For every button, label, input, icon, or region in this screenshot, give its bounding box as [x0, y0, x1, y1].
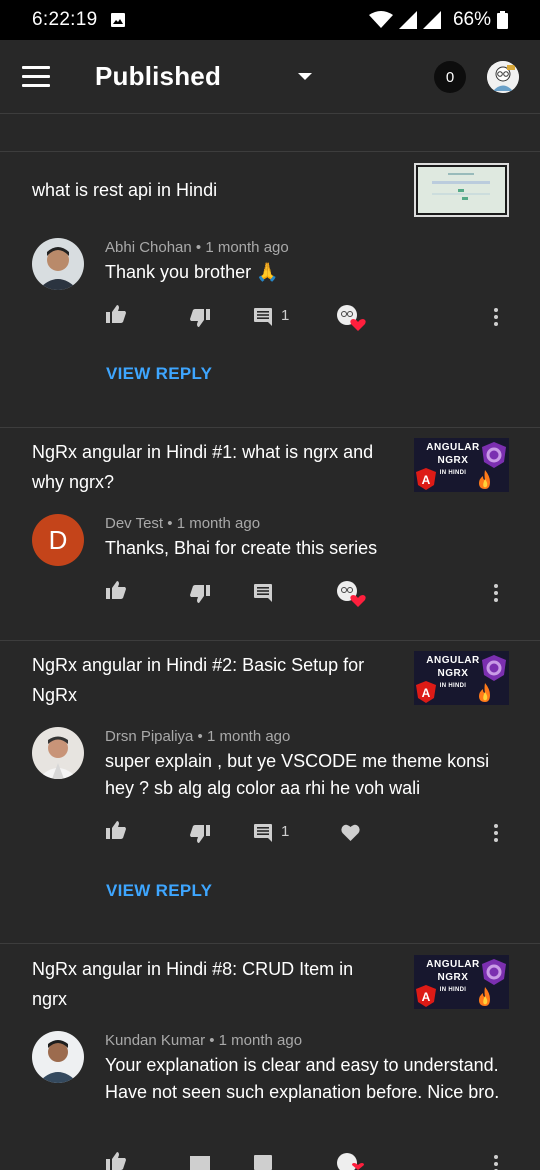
comment-text: Thanks, Bhai for create this series [105, 538, 378, 558]
reply-count: 1 [281, 307, 290, 324]
page-title[interactable]: Published [95, 61, 221, 92]
comment-meta: Abhi Chohan • 1 month ago [105, 239, 289, 256]
reply-count: 1 [281, 823, 290, 840]
filter-band [0, 114, 540, 152]
video-thumbnail[interactable]: ANGULAR NGRX IN HINDI A [414, 651, 509, 705]
creator-heart-icon[interactable] [336, 580, 366, 608]
reply-icon[interactable] [254, 584, 272, 602]
angular-logo-icon: A [416, 468, 436, 490]
comment-meta: Dev Test • 1 month ago [105, 515, 260, 532]
more-options-icon[interactable] [493, 1155, 499, 1170]
dislike-icon[interactable] [190, 825, 210, 843]
meta-separator: • [197, 728, 207, 745]
comment-text: Thank you brother 🙏 [105, 262, 279, 282]
comment-time: 1 month ago [176, 515, 261, 532]
ngrx-logo-icon [482, 655, 506, 681]
comment-text: Your explanation is clear and easy to un… [105, 1055, 500, 1102]
more-options-icon[interactable] [493, 584, 499, 602]
comment-meta: Drsn Pipaliya • 1 month ago [105, 728, 290, 745]
video-thumbnail[interactable]: ANGULAR NGRX IN HINDI A [414, 438, 509, 492]
meta-separator: • [167, 515, 177, 532]
comment-card: what is rest api in Hindi Abhi Chohan • … [0, 152, 540, 428]
view-reply-button[interactable]: VIEW REPLY [106, 364, 212, 384]
reply-icon[interactable] [254, 308, 272, 326]
comment-card: NgRx angular in Hindi #1: what is ngrx a… [0, 428, 540, 641]
comment-time: 1 month ago [206, 728, 291, 745]
svg-text:A: A [422, 686, 431, 700]
video-title[interactable]: NgRx angular in Hindi #2: Basic Setup fo… [32, 650, 392, 710]
reply-icon[interactable] [254, 1155, 272, 1170]
app-bar: Published 0 [0, 40, 540, 114]
author-name[interactable]: Drsn Pipaliya [105, 728, 193, 745]
heart-icon[interactable] [341, 824, 360, 841]
battery-icon [497, 11, 508, 29]
meta-separator: • [209, 1032, 219, 1049]
view-reply-button[interactable]: VIEW REPLY [106, 881, 212, 901]
comment-time: 1 month ago [218, 1032, 303, 1049]
like-icon[interactable] [106, 1152, 126, 1170]
video-title[interactable]: what is rest api in Hindi [32, 175, 392, 205]
comment-card: NgRx angular in Hindi #2: Basic Setup fo… [0, 641, 540, 944]
dislike-icon[interactable] [190, 1156, 210, 1170]
comment-card: NgRx angular in Hindi #8: CRUD Item in n… [0, 944, 540, 1170]
commenter-avatar[interactable]: D [32, 514, 84, 566]
status-bar: 6:22:19 66% [0, 0, 540, 40]
angular-logo-icon: A [416, 985, 436, 1007]
dislike-icon[interactable] [190, 309, 210, 327]
fire-icon [479, 987, 490, 1006]
author-name[interactable]: Kundan Kumar [105, 1032, 205, 1049]
ngrx-logo-icon [482, 959, 506, 985]
thumb-line2: NGRX [437, 668, 469, 679]
status-time: 6:22:19 [32, 9, 98, 30]
fire-icon [479, 470, 490, 489]
thumb-line2: NGRX [437, 455, 469, 466]
like-icon[interactable] [106, 581, 126, 599]
dropdown-caret-icon[interactable] [298, 73, 312, 80]
comment-meta: Kundan Kumar • 1 month ago [105, 1032, 302, 1049]
fire-icon [479, 683, 490, 702]
signal-icon-2 [422, 11, 441, 29]
author-name[interactable]: Abhi Chohan [105, 239, 192, 256]
gallery-notification-icon [110, 13, 125, 27]
battery-percent: 66% [452, 9, 491, 30]
creator-heart-icon[interactable] [336, 304, 366, 332]
thumb-line1: ANGULAR [426, 959, 480, 970]
svg-text:A: A [422, 473, 431, 487]
like-icon[interactable] [106, 305, 126, 323]
commenter-avatar[interactable] [32, 238, 84, 290]
video-title[interactable]: NgRx angular in Hindi #1: what is ngrx a… [32, 437, 392, 497]
account-avatar[interactable] [487, 61, 519, 93]
meta-separator: • [195, 239, 206, 256]
signal-icon [398, 11, 417, 29]
comment-time: 1 month ago [205, 239, 289, 256]
author-name[interactable]: Dev Test [105, 515, 163, 532]
svg-text:A: A [422, 990, 431, 1004]
wifi-icon [368, 11, 393, 28]
creator-heart-icon[interactable] [336, 1152, 366, 1170]
thumb-line2: NGRX [437, 972, 469, 983]
more-options-icon[interactable] [493, 824, 499, 842]
more-options-icon[interactable] [493, 308, 499, 326]
video-title[interactable]: NgRx angular in Hindi #8: CRUD Item in n… [32, 954, 392, 1014]
reply-icon[interactable] [254, 824, 272, 842]
thumb-line1: ANGULAR [426, 442, 480, 453]
commenter-avatar[interactable] [32, 727, 84, 779]
commenter-avatar[interactable] [32, 1031, 84, 1083]
ngrx-logo-icon [482, 442, 506, 468]
video-thumbnail[interactable] [414, 163, 509, 217]
comment-text: super explain , but ye VSCODE me theme k… [105, 751, 490, 798]
like-icon[interactable] [106, 821, 126, 839]
dislike-icon[interactable] [190, 585, 210, 603]
video-thumbnail[interactable]: ANGULAR NGRX IN HINDI A [414, 955, 509, 1009]
thumb-line1: ANGULAR [426, 655, 480, 666]
angular-logo-icon: A [416, 681, 436, 703]
notification-count-badge[interactable]: 0 [434, 61, 466, 93]
hamburger-menu-icon[interactable] [22, 66, 50, 88]
